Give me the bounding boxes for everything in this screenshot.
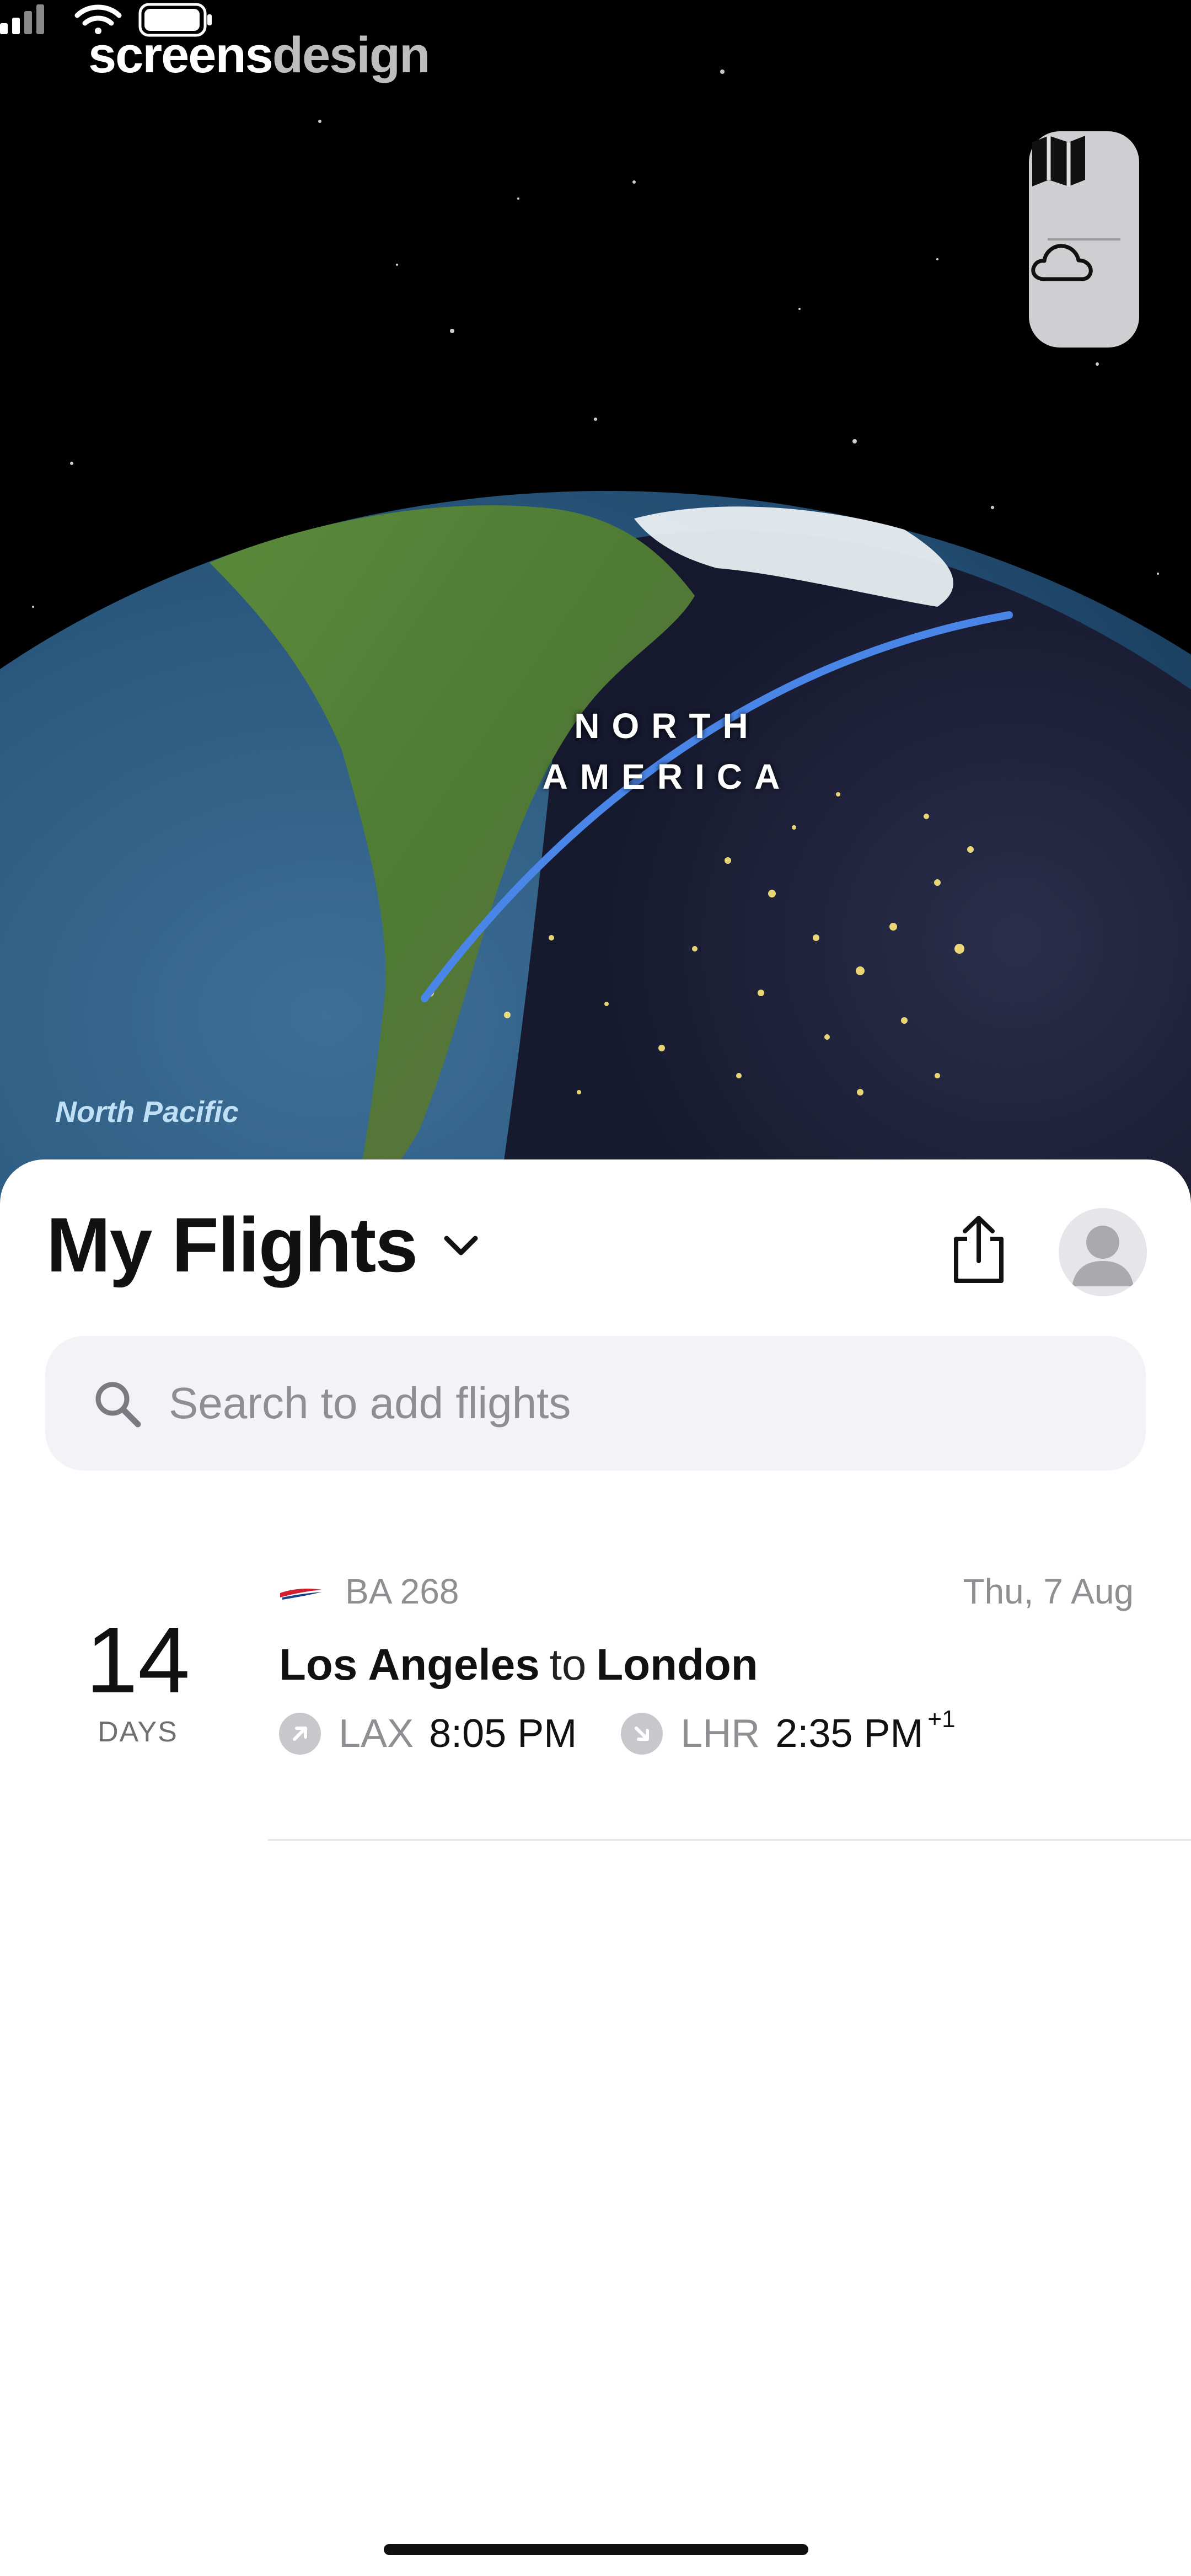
- ocean-label: North Pacific: [55, 1095, 239, 1129]
- battery-icon: [138, 3, 212, 37]
- takeoff-arrow-icon: [279, 1713, 321, 1755]
- departure-airport-code: LAX: [339, 1712, 414, 1756]
- map-mode-icon: [1032, 136, 1085, 186]
- search-input[interactable]: [169, 1369, 1106, 1437]
- flight-list-item[interactable]: 14 DAYS BA 268 Thu, 7 Aug Los Angeles to L…: [0, 1539, 1191, 1842]
- weather-cloud-icon: [1031, 244, 1093, 281]
- home-indicator[interactable]: [384, 2544, 808, 2555]
- days-countdown-value: 14: [85, 1608, 190, 1713]
- status-bar-icons: [0, 3, 212, 37]
- globe-map[interactable]: screensdesign NORTH AMERICA North Pacifi…: [0, 0, 1191, 1214]
- sheet-title: My Flights: [46, 1201, 418, 1288]
- continent-label: NORTH AMERICA: [542, 706, 792, 797]
- person-avatar-icon: [1072, 1226, 1134, 1286]
- flight-number: BA 268: [345, 1572, 459, 1611]
- weather-button[interactable]: [1029, 239, 1139, 348]
- days-countdown-unit: DAYS: [98, 1716, 178, 1748]
- landing-arrow-icon: [621, 1713, 663, 1755]
- departure-info: LAX 8:05 PM: [279, 1711, 577, 1756]
- departure-time: 8:05 PM: [429, 1712, 577, 1756]
- arrival-airport-code: LHR: [680, 1712, 760, 1756]
- cellular-signal-icon: [0, 4, 44, 34]
- share-icon: [954, 1216, 1004, 1283]
- flights-list-selector[interactable]: My Flights: [46, 1200, 481, 1290]
- british-airways-logo-icon: [280, 1589, 322, 1600]
- list-divider: [268, 1839, 1191, 1841]
- watermark-part2: design: [272, 27, 430, 83]
- arrival-day-offset: +1: [927, 1706, 956, 1733]
- arrival-info: LHR 2:35 PM +1: [621, 1706, 956, 1756]
- search-bar[interactable]: [45, 1336, 1146, 1471]
- profile-avatar-button[interactable]: [1059, 1208, 1147, 1296]
- flight-times: LAX 8:05 PM LHR 2:35 PM +1: [279, 1706, 956, 1756]
- flight-date: Thu, 7 Aug: [963, 1572, 1134, 1611]
- destination-city: London: [596, 1640, 758, 1689]
- chevron-down-icon: [444, 1236, 478, 1255]
- share-button[interactable]: [948, 1214, 1009, 1285]
- app-screen: screensdesign NORTH AMERICA North Pacifi…: [0, 0, 1191, 2576]
- arrival-time: 2:35 PM: [775, 1712, 924, 1756]
- map-mode-button[interactable]: [1029, 131, 1139, 239]
- flight-route: Los Angeles to London: [279, 1639, 758, 1690]
- search-icon: [95, 1382, 141, 1428]
- wifi-icon: [74, 4, 122, 34]
- route-connector: to: [549, 1640, 587, 1689]
- globe-illustration: [0, 70, 1191, 1214]
- origin-city: Los Angeles: [279, 1640, 540, 1689]
- map-controls: [1029, 131, 1139, 348]
